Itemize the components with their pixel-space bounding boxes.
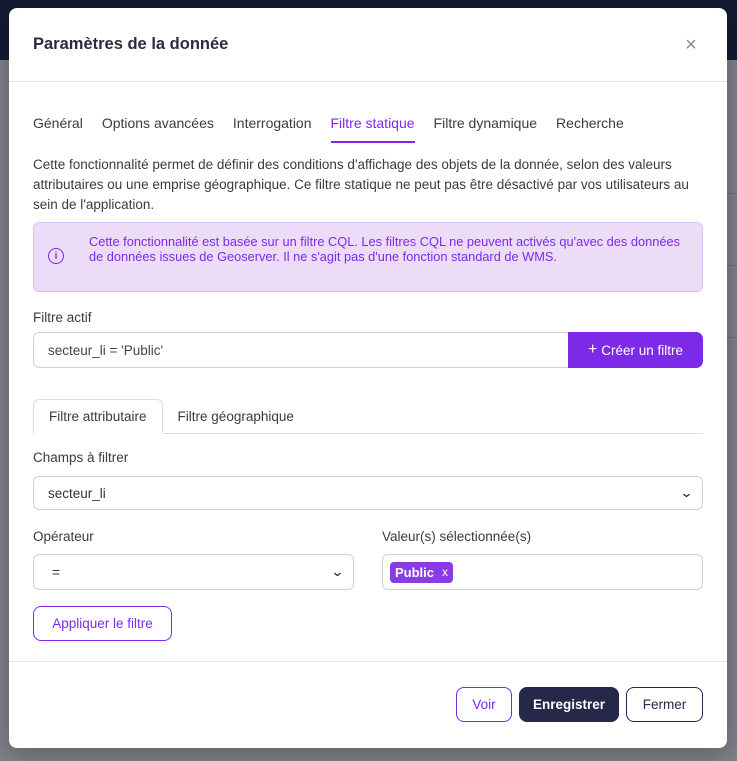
close-button[interactable]: Fermer [626, 687, 703, 722]
plus-icon: + [587, 341, 598, 358]
info-icon: i [48, 248, 64, 264]
operator-select-value: = [52, 564, 60, 580]
field-select[interactable]: secteur_li ⌄ [33, 476, 703, 510]
static-filter-description: Cette fonctionnalité permet de définir d… [33, 157, 689, 212]
operator-column: Opérateur = ⌄ [33, 529, 354, 590]
value-tag: Public x [390, 561, 454, 583]
active-filter-input[interactable]: secteur_li = 'Public' [33, 332, 568, 368]
tab-geographic-filter[interactable]: Filtre géographique [163, 399, 309, 433]
filter-type-tabs: Filtre attributaire Filtre géographique [33, 399, 703, 434]
values-column: Valeur(s) sélectionnée(s) Public x [382, 529, 703, 590]
alert-text: Cette fonctionnalité est basée sur un fi… [89, 234, 680, 264]
create-filter-button[interactable]: + Créer un filtre [568, 332, 703, 368]
chevron-down-icon: ⌄ [330, 564, 345, 579]
modal-footer: Voir Enregistrer Fermer [9, 661, 727, 748]
tab-bar: Général Options avancées Interrogation F… [33, 115, 703, 145]
create-filter-label: Créer un filtre [601, 342, 684, 358]
save-button[interactable]: Enregistrer [519, 687, 619, 722]
operator-values-row: Opérateur = ⌄ Valeur(s) sélectionnée(s) … [33, 529, 703, 590]
apply-filter-button[interactable]: Appliquer le filtre [33, 606, 172, 641]
modal-header: Paramètres de la donnée × [9, 8, 727, 82]
settings-modal: Paramètres de la donnée × Général Option… [9, 8, 727, 748]
operator-select[interactable]: = ⌄ [33, 554, 354, 590]
cql-info-alert: i Cette fonctionnalité est basée sur un … [33, 222, 703, 292]
active-filter-label: Filtre actif [33, 310, 92, 325]
tab-advanced-options[interactable]: Options avancées [102, 115, 214, 141]
chevron-down-icon: ⌄ [679, 485, 694, 500]
modal-title: Paramètres de la donnée [33, 35, 229, 53]
tab-interrogation[interactable]: Interrogation [233, 115, 312, 141]
tab-dynamic-filter[interactable]: Filtre dynamique [434, 115, 538, 141]
field-select-value: secteur_li [48, 485, 106, 501]
value-tag-label: Public [395, 564, 435, 580]
tab-general[interactable]: Général [33, 115, 83, 141]
active-filter-row: secteur_li = 'Public' + Créer un filtre [33, 332, 703, 368]
remove-tag-icon[interactable]: x [442, 565, 448, 579]
values-label: Valeur(s) sélectionnée(s) [382, 529, 532, 544]
tab-static-filter[interactable]: Filtre statique [330, 115, 415, 143]
tab-search[interactable]: Recherche [556, 115, 624, 141]
close-icon[interactable]: × [679, 33, 703, 57]
operator-label: Opérateur [33, 529, 94, 544]
view-button[interactable]: Voir [456, 687, 512, 722]
tab-attribute-filter[interactable]: Filtre attributaire [33, 399, 163, 434]
modal-body: Général Options avancées Interrogation F… [9, 115, 727, 641]
values-input[interactable]: Public x [382, 554, 703, 590]
field-to-filter-label: Champs à filtrer [33, 450, 129, 465]
